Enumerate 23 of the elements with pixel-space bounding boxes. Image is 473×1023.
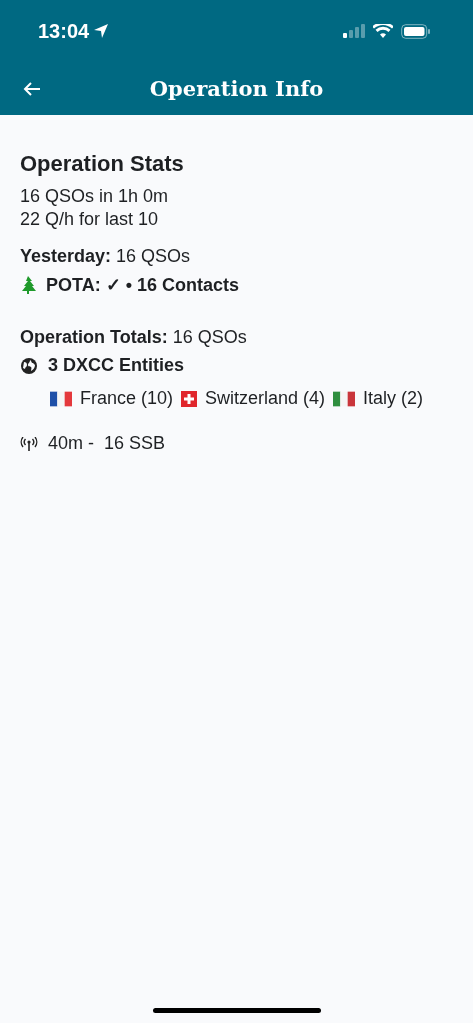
stat-line: 16 QSOs in 1h 0m (20, 185, 170, 208)
pota-summary: POTA: ✓ • 16 Contacts (46, 274, 239, 296)
battery-icon (401, 23, 431, 39)
wifi-icon (373, 24, 393, 38)
globe-icon (20, 356, 38, 375)
tree-icon (20, 276, 36, 294)
flag-icon (50, 390, 72, 407)
flag-icon (333, 390, 356, 407)
totals-summary: Operation Totals: 16 QSOs (20, 326, 248, 349)
band-summary: 40m - 16 SSB (48, 433, 166, 454)
flag-icon (181, 390, 198, 407)
country-count: France (10) (80, 388, 174, 409)
screen-title: Operation Info (149, 76, 324, 101)
country-count: Italy (2) (363, 388, 424, 409)
location-arrow-icon (93, 23, 110, 39)
section-title: Operation Stats (20, 151, 185, 177)
status-time: 13:04 (38, 19, 110, 43)
stat-line: 22 Q/h for last 10 (20, 208, 160, 231)
dxcc-count: 3 DXCC Entities (48, 355, 185, 376)
antenna-icon (20, 436, 38, 451)
yesterday-summary: Yesterday: 16 QSOs (20, 245, 192, 268)
country-count: Switzerland (4) (205, 388, 326, 409)
signal-icon (343, 24, 365, 38)
